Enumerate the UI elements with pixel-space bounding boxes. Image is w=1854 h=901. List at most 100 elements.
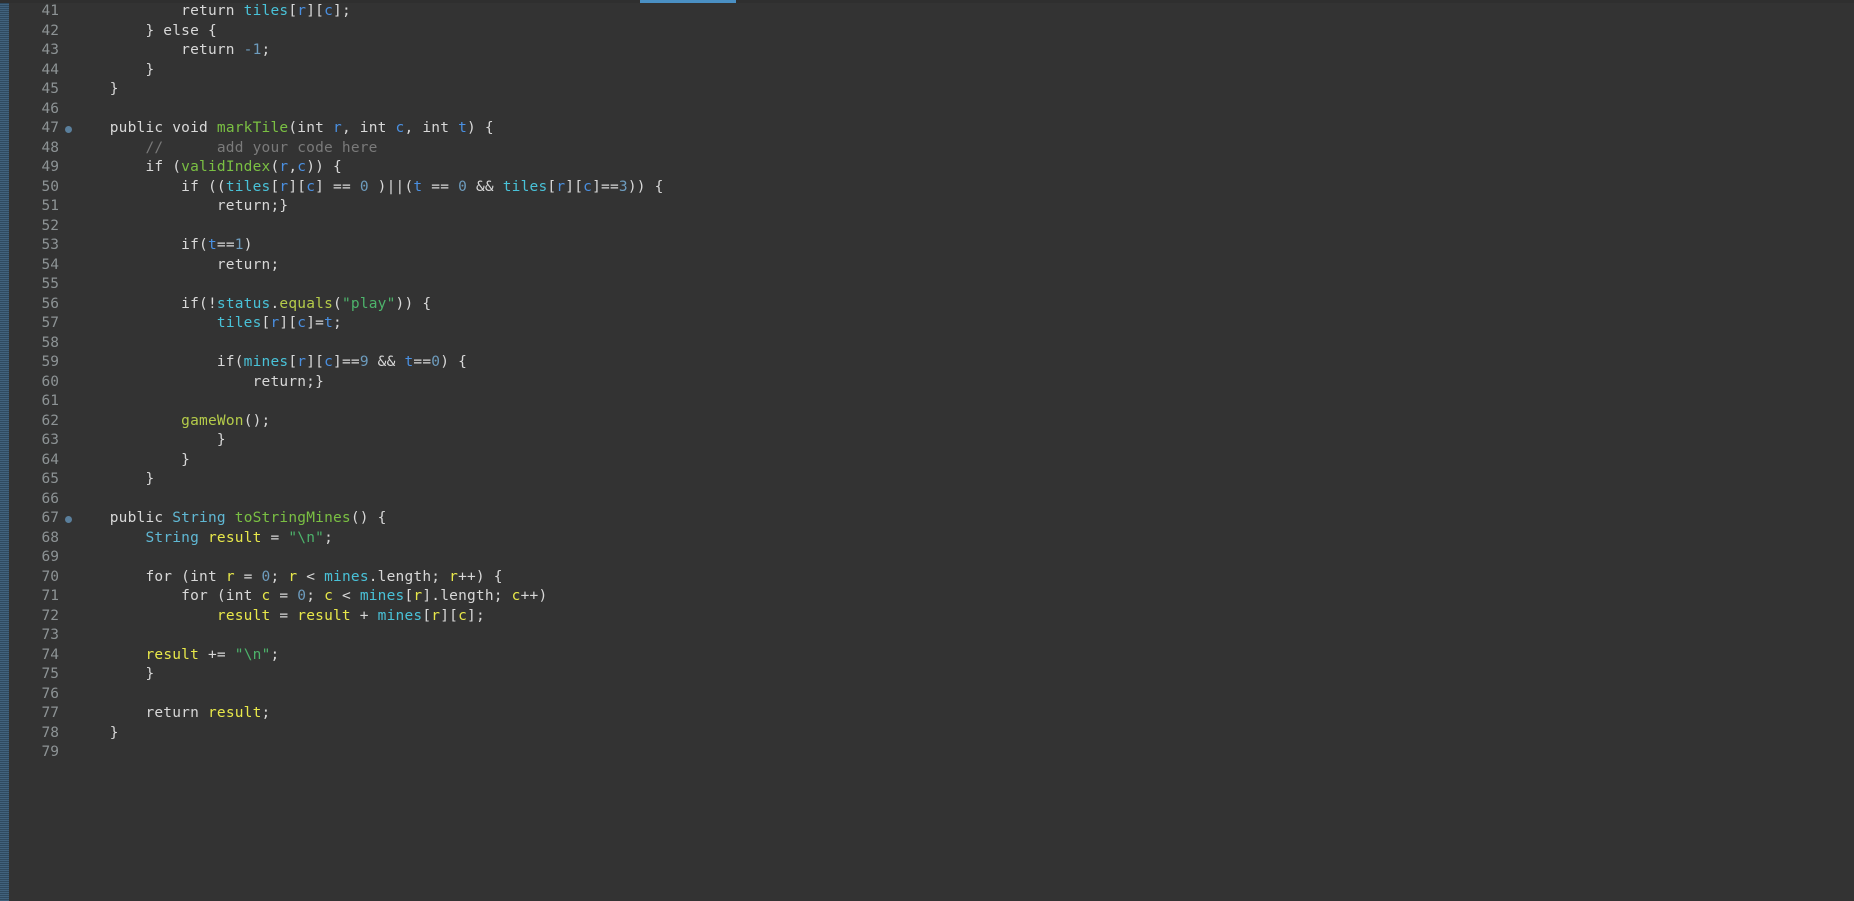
line-number[interactable]: 68 [9, 529, 62, 549]
code-line[interactable] [74, 334, 1854, 354]
code-token: = [270, 588, 298, 604]
code-line[interactable]: gameWon(); [74, 412, 1854, 432]
line-number[interactable]: 56 [9, 295, 62, 315]
code-token: ; [333, 315, 342, 331]
line-number[interactable]: 51 [9, 197, 62, 217]
code-line[interactable]: public void markTile(int r, int c, int t… [74, 119, 1854, 139]
code-line[interactable]: } [74, 61, 1854, 81]
code-line[interactable]: return;} [74, 197, 1854, 217]
code-line[interactable]: } [74, 665, 1854, 685]
code-line[interactable]: return;} [74, 373, 1854, 393]
code-token: ]= [306, 315, 325, 331]
code-token: ) { [467, 120, 494, 136]
method-marker-icon[interactable] [65, 125, 72, 133]
code-line[interactable]: if(!status.equals("play")) { [74, 295, 1854, 315]
line-number[interactable]: 66 [9, 490, 62, 510]
line-number[interactable]: 63 [9, 431, 62, 451]
annotation-marker-bar[interactable] [0, 0, 9, 901]
code-line[interactable] [74, 392, 1854, 412]
line-number[interactable]: 59 [9, 353, 62, 373]
code-line[interactable]: return; [74, 256, 1854, 276]
line-number[interactable]: 75 [9, 665, 62, 685]
code-token: ][ [306, 354, 325, 370]
code-line[interactable] [74, 217, 1854, 237]
code-line[interactable]: return tiles[r][c]; [74, 2, 1854, 22]
line-number[interactable]: 47 [9, 119, 72, 139]
code-line[interactable]: if(t==1) [74, 236, 1854, 256]
line-number[interactable]: 54 [9, 256, 62, 276]
code-line[interactable]: } [74, 80, 1854, 100]
line-number[interactable]: 77 [9, 704, 62, 724]
code-text-lines[interactable]: return tiles[r][c]; } else { return -1; … [74, 0, 1854, 763]
line-number[interactable]: 44 [9, 61, 62, 81]
line-number[interactable]: 60 [9, 373, 62, 393]
code-line[interactable]: if ((tiles[r][c] == 0 )||(t == 0 && tile… [74, 178, 1854, 198]
code-line[interactable]: for (int r = 0; r < mines.length; r++) { [74, 568, 1854, 588]
line-number[interactable]: 52 [9, 217, 62, 237]
line-number[interactable]: 45 [9, 80, 62, 100]
code-line[interactable] [74, 275, 1854, 295]
line-number-gutter[interactable]: 41 42 43 44 45 46 47 48 49 50 51 52 53 54 55 56 57 58 59 60… [9, 0, 72, 763]
method-marker-icon[interactable] [65, 515, 72, 523]
code-line[interactable] [74, 490, 1854, 510]
line-number[interactable]: 62 [9, 412, 62, 432]
line-number[interactable]: 71 [9, 587, 62, 607]
code-line[interactable]: for (int c = 0; c < mines[r].length; c++… [74, 587, 1854, 607]
code-line[interactable] [74, 100, 1854, 120]
line-number[interactable]: 57 [9, 314, 62, 334]
code-token: ][ [440, 607, 459, 624]
code-line[interactable]: result += "\n"; [74, 646, 1854, 666]
code-viewport[interactable]: 41 42 43 44 45 46 47 48 49 50 51 52 53 54 55 56 57 58 59 60… [0, 0, 1854, 901]
code-token: return [74, 3, 244, 19]
line-number[interactable]: 41 [9, 2, 62, 22]
code-line[interactable] [74, 626, 1854, 646]
code-token: c [324, 3, 334, 19]
code-line[interactable]: } [74, 470, 1854, 490]
code-line[interactable] [74, 548, 1854, 568]
code-token: mines [359, 588, 405, 604]
code-line[interactable]: tiles[r][c]=t; [74, 314, 1854, 334]
code-line[interactable]: public String toStringMines() { [74, 509, 1854, 529]
line-number[interactable]: 58 [9, 334, 62, 354]
line-number[interactable]: 79 [9, 743, 62, 763]
line-number[interactable]: 42 [9, 22, 62, 42]
code-token: [ [422, 607, 432, 624]
code-line[interactable] [74, 685, 1854, 705]
line-number[interactable]: 43 [9, 41, 62, 61]
line-number[interactable]: 46 [9, 100, 62, 120]
line-number[interactable]: 76 [9, 685, 62, 705]
code-line[interactable]: } [74, 724, 1854, 744]
code-line[interactable]: } else { [74, 22, 1854, 42]
code-token: 9 [359, 354, 369, 370]
code-line[interactable]: } [74, 451, 1854, 471]
line-number[interactable]: 64 [9, 451, 62, 471]
code-line[interactable]: } [74, 431, 1854, 451]
line-number[interactable]: 65 [9, 470, 62, 490]
code-line[interactable]: if (validIndex(r,c)) { [74, 158, 1854, 178]
line-number[interactable]: 69 [9, 548, 62, 568]
code-token: r [333, 120, 342, 136]
code-line[interactable]: String result = "\n"; [74, 529, 1854, 549]
line-number[interactable]: 70 [9, 568, 62, 588]
line-number[interactable]: 78 [9, 724, 62, 744]
code-line[interactable]: return result; [74, 704, 1854, 724]
line-number[interactable]: 53 [9, 236, 62, 256]
code-line[interactable]: return -1; [74, 41, 1854, 61]
line-number[interactable]: 72 [9, 607, 62, 627]
code-line[interactable]: if(mines[r][c]==9 && t==0) { [74, 353, 1854, 373]
line-number[interactable]: 73 [9, 626, 62, 646]
line-number[interactable]: 49 [9, 158, 62, 178]
line-number[interactable]: 67 [9, 509, 72, 529]
line-number[interactable]: 55 [9, 275, 62, 295]
line-number[interactable]: 74 [9, 646, 62, 666]
line-number[interactable]: 48 [9, 139, 62, 159]
code-line[interactable]: result = result + mines[r][c]; [74, 607, 1854, 627]
code-line[interactable]: // add your code here [74, 139, 1854, 159]
line-number[interactable]: 50 [9, 178, 62, 198]
code-line[interactable] [74, 743, 1854, 763]
line-number[interactable]: 61 [9, 392, 62, 412]
code-token: ; [324, 529, 334, 546]
code-token: result [207, 705, 262, 721]
code-token: return;} [74, 373, 325, 390]
